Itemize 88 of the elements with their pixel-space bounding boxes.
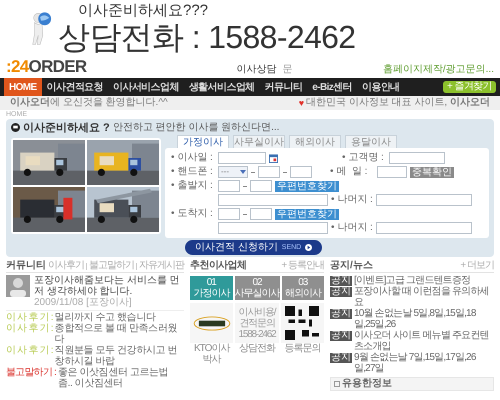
post-link[interactable]: 직원분들 모두 건강하시고 번창하시길 바랍	[54, 345, 184, 367]
qr-code	[285, 306, 320, 340]
nav-item[interactable]: 이사견적요청	[42, 78, 108, 96]
nav-item[interactable]: 생활서비스업체	[184, 78, 260, 96]
site-slogan: 대한민국 이사정보 대표 사이트, 이사오더	[306, 97, 490, 109]
field-label: • 고객명 :	[342, 152, 385, 164]
text-field[interactable]	[250, 208, 272, 220]
notice-badge: 공지	[330, 287, 352, 297]
card-caption: KTO이사박사	[192, 343, 231, 365]
featured-post[interactable]: 포장이사해줌보다는 서비스를 먼저 생각하세야 합니다.	[34, 275, 184, 297]
card-text: 1588-2462	[238, 328, 276, 340]
text-field[interactable]	[377, 166, 407, 178]
category-tab[interactable]: 02 사무실이사	[234, 276, 280, 300]
move-type-tab[interactable]: 해외이사	[289, 135, 341, 148]
field-label: • 메 일 :	[330, 166, 368, 178]
text-field[interactable]	[258, 166, 280, 178]
post-category: 불고말하기 :	[6, 367, 56, 380]
field-label: • 도착지 :	[171, 208, 214, 220]
phone-prefix-select[interactable]: ---	[218, 166, 248, 178]
card-caption: 상담전화	[238, 343, 275, 354]
panel-title: 이사준비하세요 ?	[23, 122, 110, 134]
ad-inquiry-link[interactable]: 홈페이지제작/광고문의...	[382, 64, 494, 76]
company-card[interactable]	[280, 303, 324, 343]
truck-badge-icon	[11, 123, 20, 132]
notice-badge: 공지	[330, 309, 352, 319]
nav-item[interactable]: 커뮤니티	[260, 78, 308, 96]
text-field[interactable]	[376, 194, 472, 206]
card-caption: 등록문의	[284, 343, 320, 354]
card-text: 이사비용/견적문의	[238, 306, 277, 328]
zip-search-button[interactable]: 우편번호찾기	[275, 208, 339, 220]
notice-badge: 공지	[330, 276, 352, 286]
notice-link[interactable]: [이벤트]고급 그랜드텐트증정	[354, 275, 470, 286]
field-label: • 출발지 :	[171, 180, 214, 192]
company-logo-icon	[192, 316, 231, 330]
move-type-tab[interactable]: 사무실이사	[233, 135, 285, 148]
text-field[interactable]	[218, 180, 240, 192]
header-label: 문	[282, 64, 293, 76]
section-title: 추천이사업체	[190, 260, 246, 272]
move-type-tab[interactable]: 가정이사	[177, 135, 229, 148]
notice-link[interactable]: 포장이사할 때 이런점을 유의하세요	[354, 286, 494, 308]
zip-search-button[interactable]: 우편번호찾기	[275, 180, 339, 192]
field-label: • 이사일 :	[171, 152, 214, 164]
section-title: 커뮤니티	[6, 260, 46, 272]
category-tab[interactable]: 03 해외이사	[282, 276, 324, 300]
check-button[interactable]: 중복확인	[410, 166, 454, 178]
post-category: 이 사 후 기 :	[6, 312, 53, 323]
notice-badge: 공지	[330, 331, 352, 341]
caret-icon	[239, 168, 247, 176]
info-title: 유용한정보	[342, 378, 392, 390]
post-category: 이 사 후 기 :	[6, 345, 53, 358]
text-field[interactable]	[376, 222, 472, 234]
welcome-message: 이사오더에 오신것을 환영합니다.^^	[10, 97, 168, 109]
nav-item[interactable]: HOME	[4, 78, 42, 96]
site-logo[interactable]: :24ORDER	[6, 58, 87, 76]
post-category: 이 사 후 기 :	[6, 323, 53, 336]
notice-badge: 공지	[330, 353, 352, 363]
date-field[interactable]	[218, 152, 266, 164]
text-field[interactable]	[218, 194, 328, 206]
calendar-icon[interactable]	[269, 154, 278, 162]
notice-link[interactable]: 10월 손없는날 5일,8일,15일,18일,25일,26	[354, 308, 494, 330]
ad-phone-line: 상담전화 : 1588-2462	[58, 18, 356, 54]
company-card[interactable]	[190, 303, 234, 343]
move-type-tab[interactable]: 용달이사	[345, 135, 397, 148]
header-label: 이사상담	[236, 64, 277, 76]
avatar	[6, 275, 30, 297]
nav-item[interactable]: 이용안내	[356, 78, 405, 96]
post-link[interactable]: 좋은 이삿짐센터 고르는법 좀.. 이삿짐센터	[58, 367, 184, 389]
notice-link[interactable]: 9월 손없는날 7일,15일,17일,26일,27일	[354, 352, 494, 374]
field-label: • 나머지 :	[331, 222, 373, 234]
section-title: 공지/뉴스	[330, 260, 373, 272]
nav-item[interactable]: e-Biz센터	[307, 78, 357, 96]
notice-link[interactable]: 이사오더 사이트 메뉴별 주요컨텐츠소개입	[354, 330, 494, 352]
category-tab[interactable]: 01 가정이사	[190, 276, 232, 300]
post-link[interactable]: 종합적으로 볼 때 만족스러웠다	[54, 323, 184, 345]
text-field[interactable]	[389, 152, 445, 164]
text-field[interactable]	[218, 222, 328, 234]
arrow-icon	[305, 244, 312, 251]
post-date: 2009/11/08 [포장이사]	[34, 297, 133, 308]
post-link[interactable]: 멀리까지 수고 했습니다	[54, 312, 156, 323]
text-field[interactable]	[290, 166, 312, 178]
text-field[interactable]	[218, 208, 240, 220]
panel-subtitle: 안전하고 편안한 이사를 원하신다면...	[112, 122, 280, 134]
ad-subtitle: 이사준비하세요???	[77, 2, 210, 18]
nav-item[interactable]: 이사서비스업체	[108, 78, 184, 96]
field-label: • 나머지 :	[331, 194, 373, 206]
heart-icon: ♥	[298, 98, 304, 108]
field-label: • 핸드폰 :	[171, 166, 214, 178]
text-field[interactable]	[250, 180, 272, 192]
